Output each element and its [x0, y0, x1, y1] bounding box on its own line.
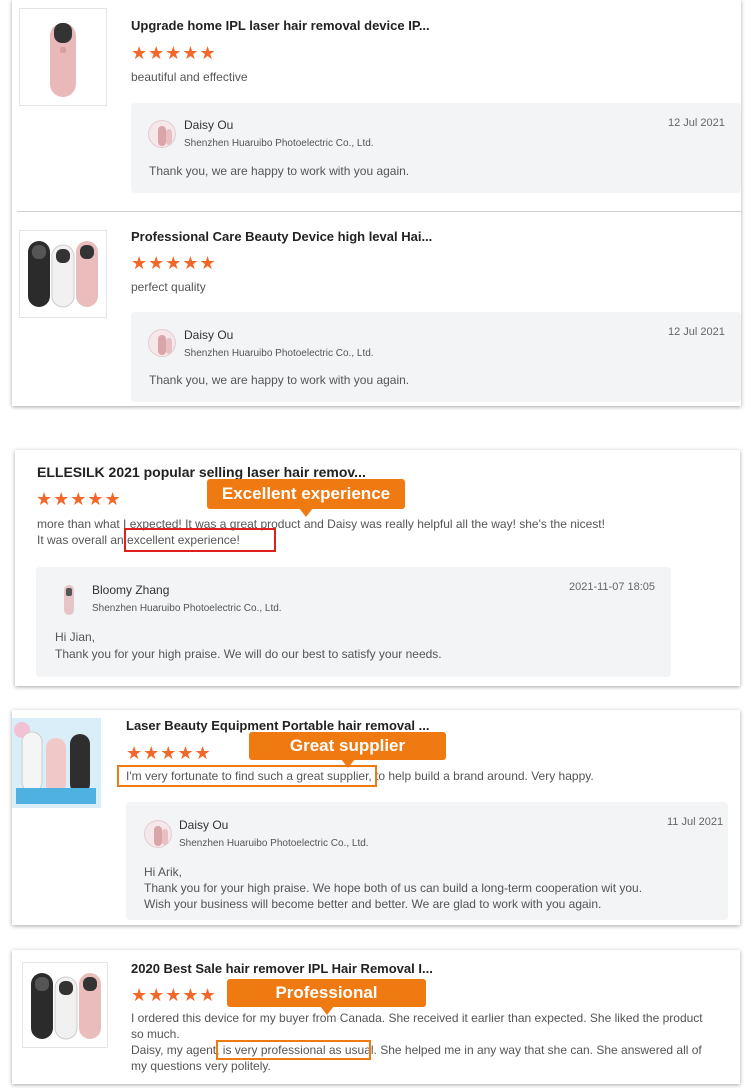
seller-reply: Daisy Ou Shenzhen Huaruibo Photoelectric… — [131, 312, 741, 402]
product-title[interactable]: 2020 Best Sale hair remover IPL Hair Rem… — [131, 961, 433, 976]
three-devices-icon — [28, 241, 98, 308]
reply-message: Thank you, we are happy to work with you… — [149, 164, 410, 178]
review-card-1: Upgrade home IPL laser hair removal devi… — [12, 0, 741, 406]
review-text-line: I ordered this device for my buyer from … — [131, 1011, 703, 1025]
product-title[interactable]: Professional Care Beauty Device high lev… — [131, 229, 432, 244]
reply-date: 12 Jul 2021 — [668, 117, 725, 129]
star-rating: ★★★★★ — [126, 743, 212, 763]
star-rating: ★★★★★ — [131, 985, 217, 1005]
three-devices-icon — [31, 973, 101, 1040]
review-card-2: ELLESILK 2021 popular selling laser hair… — [15, 450, 740, 686]
callout-great-supplier: Great supplier — [249, 732, 446, 768]
product-thumbnail[interactable] — [19, 8, 107, 106]
reply-author-name: Bloomy Zhang — [92, 583, 170, 597]
highlight-box — [216, 1040, 371, 1060]
reply-message-line: Wish your business will become better an… — [144, 897, 602, 911]
reply-company-name: Shenzhen Huaruibo Photoelectric Co., Ltd… — [92, 603, 282, 614]
product-thumbnail[interactable] — [19, 230, 107, 318]
product-thumbnail[interactable] — [22, 962, 108, 1048]
divider — [17, 211, 741, 212]
reply-company-name: Shenzhen Huaruibo Photoelectric Co., Ltd… — [184, 348, 374, 359]
star-rating: ★★★★★ — [131, 43, 217, 63]
product-title[interactable]: Laser Beauty Equipment Portable hair rem… — [126, 718, 429, 733]
avatar — [148, 329, 176, 357]
reply-message-line: Hi Jian, — [55, 630, 96, 644]
highlight-box — [124, 528, 276, 552]
reply-company-name: Shenzhen Huaruibo Photoelectric Co., Ltd… — [184, 138, 374, 149]
avatar — [58, 583, 80, 617]
three-devices-icon — [12, 718, 101, 808]
star-rating: ★★★★★ — [36, 489, 122, 509]
reply-message-line: Thank you for your high praise. We hope … — [144, 881, 643, 895]
review-text-line: more than what I expected! It was a grea… — [37, 517, 605, 531]
review-text: perfect quality — [131, 280, 206, 294]
reply-message-line: Hi Arik, — [144, 865, 183, 879]
reply-author-name: Daisy Ou — [184, 328, 234, 342]
product-title[interactable]: ELLESILK 2021 popular selling laser hair… — [37, 464, 366, 480]
reply-date: 11 Jul 2021 — [667, 816, 724, 828]
product-thumbnail[interactable] — [12, 718, 101, 808]
highlight-box — [117, 765, 377, 787]
seller-reply: Daisy Ou Shenzhen Huaruibo Photoelectric… — [131, 103, 741, 193]
review-text: beautiful and effective — [131, 70, 248, 84]
reply-author-name: Daisy Ou — [184, 118, 234, 132]
reply-message: Thank you, we are happy to work with you… — [149, 373, 410, 387]
reply-message-line: Thank you for your high praise. We will … — [55, 647, 442, 661]
reply-date: 2021-11-07 18:05 — [569, 581, 656, 593]
avatar — [148, 120, 176, 148]
review-text-line: my questions very politely. — [131, 1059, 271, 1073]
seller-reply: Bloomy Zhang Shenzhen Huaruibo Photoelec… — [36, 567, 671, 677]
review-card-3: Laser Beauty Equipment Portable hair rem… — [12, 710, 740, 925]
star-rating: ★★★★★ — [131, 253, 217, 273]
review-card-4: 2020 Best Sale hair remover IPL Hair Rem… — [12, 950, 740, 1084]
review-text-line: so much. — [131, 1027, 180, 1041]
product-title[interactable]: Upgrade home IPL laser hair removal devi… — [131, 18, 430, 33]
avatar — [144, 820, 172, 848]
reply-company-name: Shenzhen Huaruibo Photoelectric Co., Ltd… — [179, 838, 369, 849]
seller-reply: Daisy Ou Shenzhen Huaruibo Photoelectric… — [126, 802, 728, 920]
pink-device-icon — [50, 23, 76, 97]
reply-date: 12 Jul 2021 — [668, 326, 725, 338]
reply-author-name: Daisy Ou — [179, 818, 229, 832]
callout-excellent-experience: Excellent experience — [207, 479, 405, 517]
callout-professional: Professional — [227, 979, 426, 1015]
